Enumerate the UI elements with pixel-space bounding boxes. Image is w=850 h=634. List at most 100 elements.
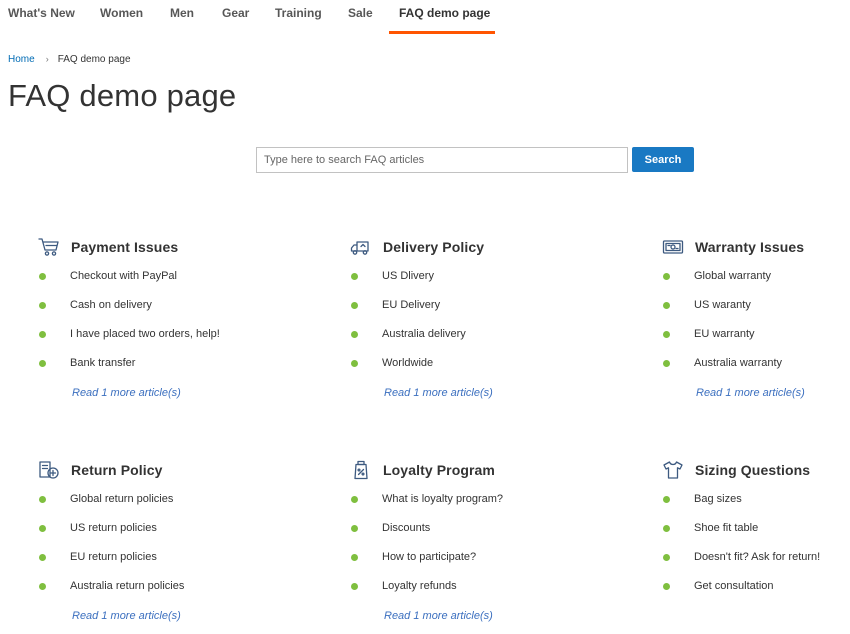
category-sizing-questions: Sizing Questions Bag sizes Shoe fit tabl… — [662, 460, 850, 592]
top-navigation: What's New Women Men Gear Training Sale … — [0, 0, 850, 34]
faq-search-input[interactable] — [256, 147, 628, 173]
read-more-link[interactable]: Read 1 more article(s) — [72, 387, 181, 399]
faq-article-link[interactable]: I have placed two orders, help! — [38, 328, 238, 357]
nav-item-training[interactable]: Training — [275, 6, 322, 20]
read-more-link[interactable]: Read 1 more article(s) — [384, 610, 493, 622]
faq-article-link[interactable]: Worldwide — [350, 357, 550, 386]
nav-item-men[interactable]: Men — [170, 6, 194, 20]
faq-article-link[interactable]: Loyalty refunds — [350, 580, 550, 609]
faq-article-link[interactable]: Australia warranty — [662, 357, 850, 386]
faq-article-label: Worldwide — [382, 357, 434, 369]
bullet-dot — [663, 360, 670, 367]
bullet-dot — [39, 496, 46, 503]
return-box-icon — [38, 460, 60, 480]
category-warranty-issues: Warranty Issues Global warranty US waran… — [662, 237, 850, 399]
nav-item-women[interactable]: Women — [100, 6, 143, 20]
faq-article-label: US Dlivery — [382, 270, 434, 282]
faq-article-label: EU Delivery — [382, 299, 441, 311]
bullet-dot — [663, 302, 670, 309]
faq-article-link[interactable]: EU return policies — [38, 551, 238, 580]
faq-article-link[interactable]: EU warranty — [662, 328, 850, 357]
faq-article-link[interactable]: What is loyalty program? — [350, 493, 550, 522]
nav-item-sale[interactable]: Sale — [348, 6, 373, 20]
category-title: Sizing Questions — [695, 462, 811, 478]
faq-article-label: Global return policies — [70, 493, 174, 505]
bullet-dot — [39, 525, 46, 532]
faq-article-label: Get consultation — [694, 580, 774, 592]
bullet-dot — [663, 525, 670, 532]
bullet-dot — [351, 525, 358, 532]
bullet-dot — [39, 273, 46, 280]
nav-item-faq-demo-page[interactable]: FAQ demo page — [399, 6, 490, 20]
bullet-dot — [39, 331, 46, 338]
faq-article-link[interactable]: Australia return policies — [38, 580, 238, 609]
faq-article-label: Doesn't fit? Ask for return! — [694, 551, 821, 563]
bullet-dot — [39, 583, 46, 590]
faq-article-label: Shoe fit table — [694, 522, 759, 534]
page-title: FAQ demo page — [8, 78, 237, 113]
faq-article-link[interactable]: Cash on delivery — [38, 299, 238, 328]
nav-item-whats-new[interactable]: What's New — [8, 6, 75, 20]
faq-article-label: Australia return policies — [70, 580, 185, 592]
faq-article-label: Loyalty refunds — [382, 580, 457, 592]
faq-article-label: What is loyalty program? — [382, 493, 504, 505]
bullet-dot — [351, 302, 358, 309]
breadcrumb: Home › FAQ demo page — [8, 54, 131, 65]
breadcrumb-home-link[interactable]: Home — [8, 54, 35, 65]
faq-article-link[interactable]: US return policies — [38, 522, 238, 551]
faq-article-link[interactable]: Checkout with PayPal — [38, 270, 238, 299]
faq-article-label: I have placed two orders, help! — [70, 328, 220, 340]
category-payment-issues: Payment Issues Checkout with PayPal Cash… — [38, 237, 238, 399]
faq-article-label: Bag sizes — [694, 493, 742, 505]
faq-article-label: US waranty — [694, 299, 751, 311]
bullet-dot — [663, 331, 670, 338]
nav-item-gear[interactable]: Gear — [222, 6, 249, 20]
category-title: Warranty Issues — [695, 239, 805, 255]
read-more-link[interactable]: Read 1 more article(s) — [72, 610, 181, 622]
faq-article-label: Discounts — [382, 522, 431, 534]
bullet-dot — [351, 583, 358, 590]
faq-article-label: EU return policies — [70, 551, 157, 563]
bullet-dot — [663, 554, 670, 561]
bullet-dot — [351, 273, 358, 280]
faq-article-link[interactable]: Bag sizes — [662, 493, 850, 522]
faq-article-link[interactable]: EU Delivery — [350, 299, 550, 328]
bullet-dot — [351, 554, 358, 561]
faq-article-label: US return policies — [70, 522, 157, 534]
faq-article-label: EU warranty — [694, 328, 755, 340]
bullet-dot — [39, 360, 46, 367]
faq-article-link[interactable]: Get consultation — [662, 580, 850, 609]
faq-article-label: Cash on delivery — [70, 299, 152, 311]
search-button[interactable]: Search — [632, 147, 694, 172]
read-more-link[interactable]: Read 1 more article(s) — [384, 387, 493, 399]
faq-article-link[interactable]: US Dlivery — [350, 270, 550, 299]
read-more-link[interactable]: Read 1 more article(s) — [696, 387, 805, 399]
faq-article-link[interactable]: Doesn't fit? Ask for return! — [662, 551, 850, 580]
faq-article-link[interactable]: Bank transfer — [38, 357, 238, 386]
bullet-dot — [663, 273, 670, 280]
faq-article-link[interactable]: How to participate? — [350, 551, 550, 580]
category-title: Loyalty Program — [383, 462, 495, 478]
bullet-dot — [663, 496, 670, 503]
faq-article-label: Checkout with PayPal — [70, 270, 177, 282]
category-title: Return Policy — [71, 462, 163, 478]
breadcrumb-separator: › — [45, 54, 49, 64]
discount-tag-icon — [350, 460, 372, 480]
faq-article-link[interactable]: Shoe fit table — [662, 522, 850, 551]
bullet-dot — [351, 331, 358, 338]
bullet-dot — [351, 496, 358, 503]
faq-article-link[interactable]: Global return policies — [38, 493, 238, 522]
bullet-dot — [39, 554, 46, 561]
faq-article-link[interactable]: Global warranty — [662, 270, 850, 299]
bullet-dot — [663, 583, 670, 590]
faq-article-label: Bank transfer — [70, 357, 136, 369]
category-title: Delivery Policy — [383, 239, 485, 255]
faq-article-link[interactable]: Australia delivery — [350, 328, 550, 357]
faq-article-link[interactable]: US waranty — [662, 299, 850, 328]
faq-article-label: Global warranty — [694, 270, 772, 282]
t-shirt-icon — [662, 460, 684, 480]
faq-article-link[interactable]: Discounts — [350, 522, 550, 551]
active-nav-indicator — [389, 31, 495, 34]
category-delivery-policy: Delivery Policy US Dlivery EU Delivery A… — [350, 237, 550, 399]
faq-article-label: Australia delivery — [382, 328, 466, 340]
